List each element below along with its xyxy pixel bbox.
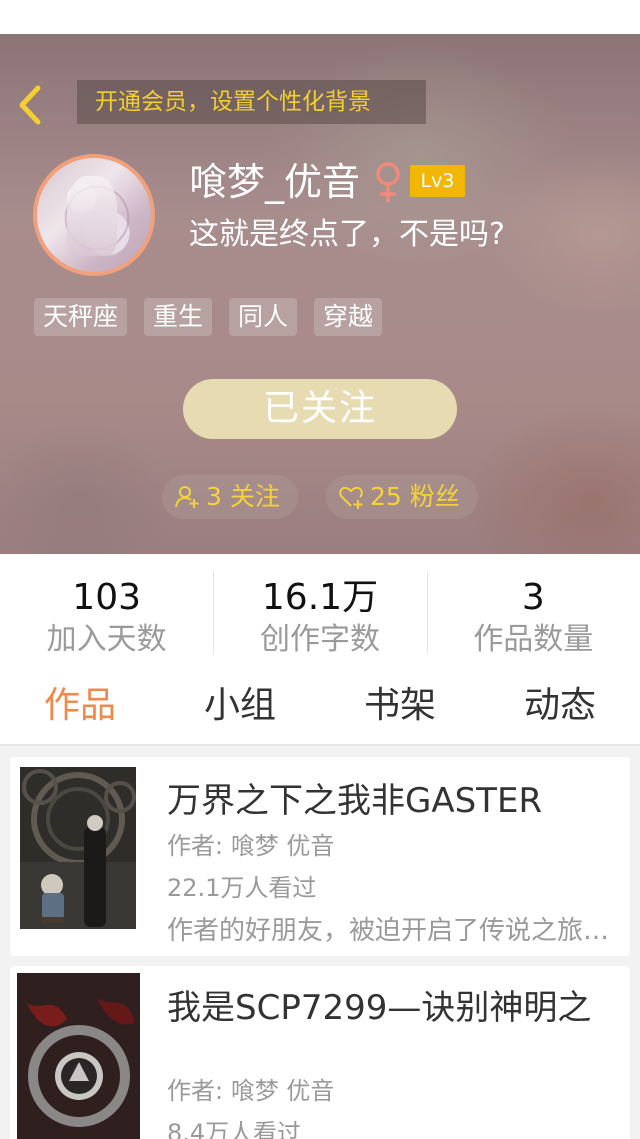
following-button[interactable]: 3 关注 (162, 475, 298, 519)
status-bar (0, 0, 640, 34)
tag[interactable]: 天秤座 (34, 298, 128, 336)
tab-activity[interactable]: 动态 (480, 666, 640, 744)
tag-list: 天秤座 重生 同人 穿越 (34, 298, 383, 336)
level-badge: Lv3 (410, 165, 465, 197)
tab-bookshelf[interactable]: 书架 (320, 666, 480, 744)
book-readers: 22.1万人看过 (167, 874, 317, 902)
book-cover (20, 767, 136, 929)
tab-groups[interactable]: 小组 (160, 666, 320, 744)
stat-value: 103 (72, 577, 142, 618)
female-icon (376, 162, 400, 202)
vip-background-banner[interactable]: 开通会员，设置个性化背景 (77, 80, 426, 124)
stat-label: 创作字数 (259, 622, 380, 657)
back-button[interactable] (14, 82, 50, 128)
stat-label: 作品数量 (473, 622, 594, 657)
tag[interactable]: 重生 (144, 298, 213, 336)
tag[interactable]: 同人 (229, 298, 298, 336)
book-card[interactable]: 万界之下之我非GASTER 作者: 喰梦 优音 22.1万人看过 作者的好朋友，… (10, 757, 630, 956)
heart-add-icon (339, 486, 363, 509)
user-name: 喰梦_优音 (189, 160, 361, 204)
stat-value: 16.1万 (261, 577, 379, 618)
stat-works-count: 3 作品数量 (426, 554, 640, 666)
stat-label: 加入天数 (46, 622, 167, 657)
book-author: 作者: 喰梦 优音 (167, 832, 335, 860)
user-add-icon (175, 486, 199, 508)
stat-join-days: 103 加入天数 (0, 554, 213, 666)
stat-word-count: 16.1万 创作字数 (213, 554, 426, 666)
following-count: 3 关注 (206, 482, 280, 511)
profile-header: 开通会员，设置个性化背景 喰梦_优音 Lv3 这就是终点了，不是吗? 天秤座 重… (0, 34, 640, 554)
book-cover (17, 973, 140, 1139)
book-title: 万界之下之我非GASTER (167, 781, 543, 821)
book-author: 作者: 喰梦 优音 (167, 1077, 335, 1105)
follow-button[interactable]: 已关注 (183, 379, 457, 439)
avatar[interactable] (33, 154, 155, 276)
book-readers: 8.4万人看过 (167, 1119, 302, 1139)
tab-works[interactable]: 作品 (0, 666, 160, 744)
fans-count: 25 粉丝 (370, 482, 460, 511)
stat-value: 3 (521, 577, 545, 618)
book-description: 作者的好朋友，被迫开启了传说之旅…… (167, 916, 617, 946)
user-signature: 这就是终点了，不是吗? (189, 217, 505, 252)
profile-tabs: 作品 小组 书架 动态 (0, 666, 640, 746)
tag[interactable]: 穿越 (314, 298, 383, 336)
book-title: 我是SCP7299—诀别神明之 (167, 988, 592, 1028)
book-card[interactable]: 我是SCP7299—诀别神明之 作者: 喰梦 优音 8.4万人看过 (10, 966, 630, 1139)
chevron-left-icon (19, 85, 41, 125)
fans-button[interactable]: 25 粉丝 (326, 475, 478, 519)
stats-row: 103 加入天数 16.1万 创作字数 3 作品数量 (0, 554, 640, 666)
